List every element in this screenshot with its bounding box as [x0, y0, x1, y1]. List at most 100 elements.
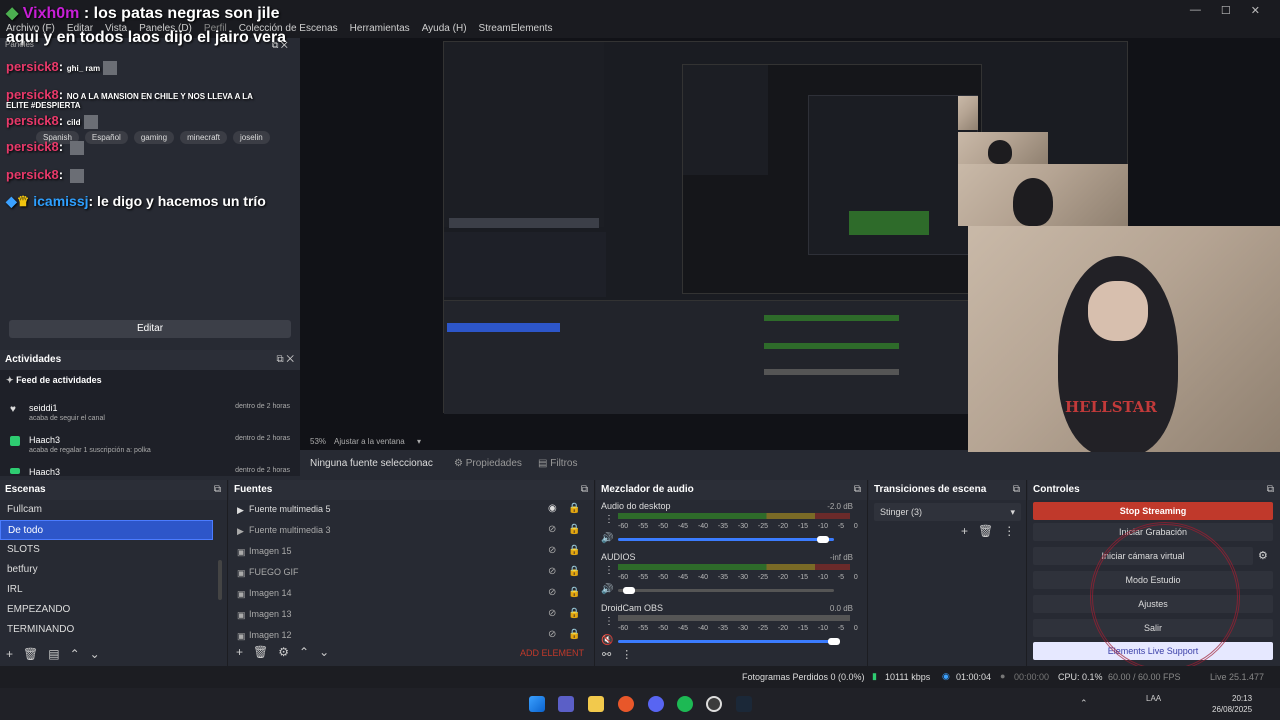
brave-icon[interactable] — [618, 696, 634, 712]
lock-icon[interactable]: 🔒 — [568, 545, 580, 556]
edit-button[interactable]: Editar — [9, 320, 291, 338]
close-icon[interactable]: ✕ — [1251, 4, 1260, 17]
speaker-icon[interactable]: 🔊 — [601, 584, 613, 595]
language-indicator[interactable]: LAA — [1146, 694, 1161, 703]
volume-slider[interactable] — [618, 538, 834, 541]
lock-icon[interactable]: 🔒 — [568, 566, 580, 577]
transition-toolbar: + 🗑 ⋮ — [961, 524, 1015, 538]
arrow-up-icon[interactable]: ⌃ — [70, 647, 80, 661]
filters-button[interactable]: ▤ Filtros — [538, 458, 577, 469]
eye-off-icon[interactable]: ⊘ — [548, 545, 556, 556]
live-support-button[interactable]: Elements Live Support — [1033, 642, 1273, 660]
properties-button[interactable]: ⚙ Propiedades — [454, 458, 522, 469]
kebab-icon[interactable]: ⋮ — [621, 648, 632, 661]
trash-icon[interactable]: 🗑 — [978, 524, 993, 538]
clock-time[interactable]: 20:13 — [1232, 694, 1252, 703]
speaker-icon[interactable]: 🔊 — [601, 533, 613, 544]
menu-streamelements[interactable]: StreamElements — [479, 23, 553, 34]
spotify-icon[interactable] — [677, 696, 693, 712]
gear-icon[interactable]: ⚙ — [1258, 549, 1268, 562]
eye-off-icon[interactable]: ⊘ — [548, 566, 556, 577]
lock-icon[interactable]: 🔒 — [568, 503, 580, 514]
scene-item[interactable]: EMPEZANDO — [0, 600, 227, 620]
folder-icon[interactable] — [588, 696, 604, 712]
source-item[interactable]: ▣ Imagen 12 ⊘ 🔒 — [234, 626, 594, 642]
add-icon[interactable]: + — [961, 524, 968, 538]
kebab-icon[interactable]: ⋮ — [604, 514, 614, 525]
scene-item-selected[interactable]: De todo — [0, 520, 213, 540]
volume-slider[interactable] — [618, 640, 834, 643]
scene-item[interactable]: IRL — [0, 580, 227, 600]
kebab-icon[interactable]: ⋮ — [1003, 524, 1015, 538]
menu-ayuda[interactable]: Ayuda (H) — [422, 23, 467, 34]
eye-off-icon[interactable]: ⊘ — [548, 524, 556, 535]
transition-select[interactable]: Stinger (3) ▾ — [874, 503, 1021, 521]
start-recording-button[interactable]: Iniciar Grabación — [1033, 523, 1273, 541]
add-icon[interactable]: + — [236, 645, 243, 659]
dock-float-icon[interactable]: ⧉ — [214, 480, 221, 500]
steam-icon[interactable] — [736, 696, 752, 712]
volume-slider-knob[interactable] — [828, 638, 840, 645]
scene-item[interactable]: Fullcam — [0, 500, 227, 520]
kebab-icon[interactable]: ⋮ — [604, 616, 614, 627]
eye-off-icon[interactable]: ⊘ — [548, 629, 556, 640]
minimize-icon[interactable]: — — [1190, 4, 1201, 17]
kebab-icon[interactable]: ⋮ — [604, 565, 614, 576]
dock-float-icon[interactable]: ⧉ — [581, 480, 588, 500]
obs-icon[interactable] — [706, 696, 722, 712]
add-icon[interactable]: + — [6, 647, 13, 661]
mixer-toolbar: ⚯ ⋮ — [602, 648, 632, 661]
lock-icon[interactable]: 🔒 — [568, 629, 580, 640]
stop-streaming-button[interactable]: Stop Streaming — [1033, 502, 1273, 520]
chat-message: persick8: — [6, 167, 84, 183]
lock-icon[interactable]: 🔒 — [568, 608, 580, 619]
gear-icon[interactable]: ⚙ — [278, 645, 289, 659]
volume-slider[interactable] — [618, 589, 834, 592]
source-item[interactable]: ▶ Fuente multimedia 3 ⊘ 🔒 — [234, 521, 594, 542]
tray-chevron-icon[interactable]: ⌃ — [1080, 698, 1088, 709]
eye-off-icon[interactable]: ⊘ — [548, 608, 556, 619]
maximize-icon[interactable]: ☐ — [1221, 4, 1231, 17]
filter-icon[interactable]: ▤ — [48, 647, 59, 661]
menu-herramientas[interactable]: Herramientas — [350, 23, 410, 34]
panel-controls[interactable]: ⧉ ✕ — [276, 350, 294, 370]
dock-float-icon[interactable]: ⧉ — [854, 480, 861, 500]
scene-item[interactable]: TERMINANDO — [0, 620, 227, 640]
scene-item[interactable]: betfury — [0, 560, 227, 580]
arrow-down-icon[interactable]: ⌄ — [319, 645, 329, 659]
eye-off-icon[interactable]: ⊘ — [548, 587, 556, 598]
scene-item[interactable]: SLOTS — [0, 540, 227, 560]
discord-icon[interactable] — [648, 696, 664, 712]
trash-icon[interactable]: 🗑 — [253, 645, 268, 659]
speaker-muted-icon[interactable]: 🔇 — [601, 635, 613, 646]
volume-slider-knob[interactable] — [817, 536, 830, 543]
dock-float-icon[interactable]: ⧉ — [1267, 480, 1274, 500]
virtual-camera-button[interactable]: Iniciar cámara virtual — [1033, 547, 1253, 565]
dock-float-icon[interactable]: ⧉ — [1013, 480, 1020, 500]
link-icon[interactable]: ⚯ — [602, 648, 611, 661]
trash-icon[interactable]: 🗑 — [23, 647, 38, 661]
source-item[interactable]: ▣ FUEGO GIF ⊘ 🔒 — [234, 563, 594, 584]
volume-slider-knob[interactable] — [622, 587, 635, 594]
settings-button[interactable]: Ajustes — [1033, 595, 1273, 613]
eye-icon[interactable]: ◉ — [548, 503, 557, 514]
chat-dock-controls[interactable]: ⧉ ✕ — [272, 40, 288, 51]
exit-button[interactable]: Salir — [1033, 619, 1273, 637]
studio-mode-button[interactable]: Modo Estudio — [1033, 571, 1273, 589]
windows-start-icon[interactable] — [529, 696, 545, 712]
clock-date[interactable]: 26/08/2025 — [1212, 705, 1252, 714]
scenes-scrollbar[interactable] — [218, 560, 222, 600]
lock-icon[interactable]: 🔒 — [568, 524, 580, 535]
source-item[interactable]: ▣ Imagen 13 ⊘ 🔒 — [234, 605, 594, 626]
teams-icon[interactable] — [558, 696, 574, 712]
source-item[interactable]: ▣ Imagen 15 ⊘ 🔒 — [234, 542, 594, 563]
source-item[interactable]: ▣ Imagen 14 ⊘ 🔒 — [234, 584, 594, 605]
meter-ticks: -60 -55 -50 -45 -40 -35 -30 -25 -20 -15 -10 -5 0 — [618, 574, 858, 581]
arrow-down-icon[interactable]: ⌄ — [90, 647, 100, 661]
badge-icon: ◆ — [6, 193, 17, 209]
source-item[interactable]: ▶ Fuente multimedia 5 ◉ 🔒 — [234, 500, 594, 521]
arrow-up-icon[interactable]: ⌃ — [299, 645, 309, 659]
lock-icon[interactable]: 🔒 — [568, 587, 580, 598]
add-element-button[interactable]: ADD ELEMENT — [520, 648, 584, 658]
fit-window-dropdown[interactable]: Ajustar a la ventana ▾ — [334, 437, 421, 446]
